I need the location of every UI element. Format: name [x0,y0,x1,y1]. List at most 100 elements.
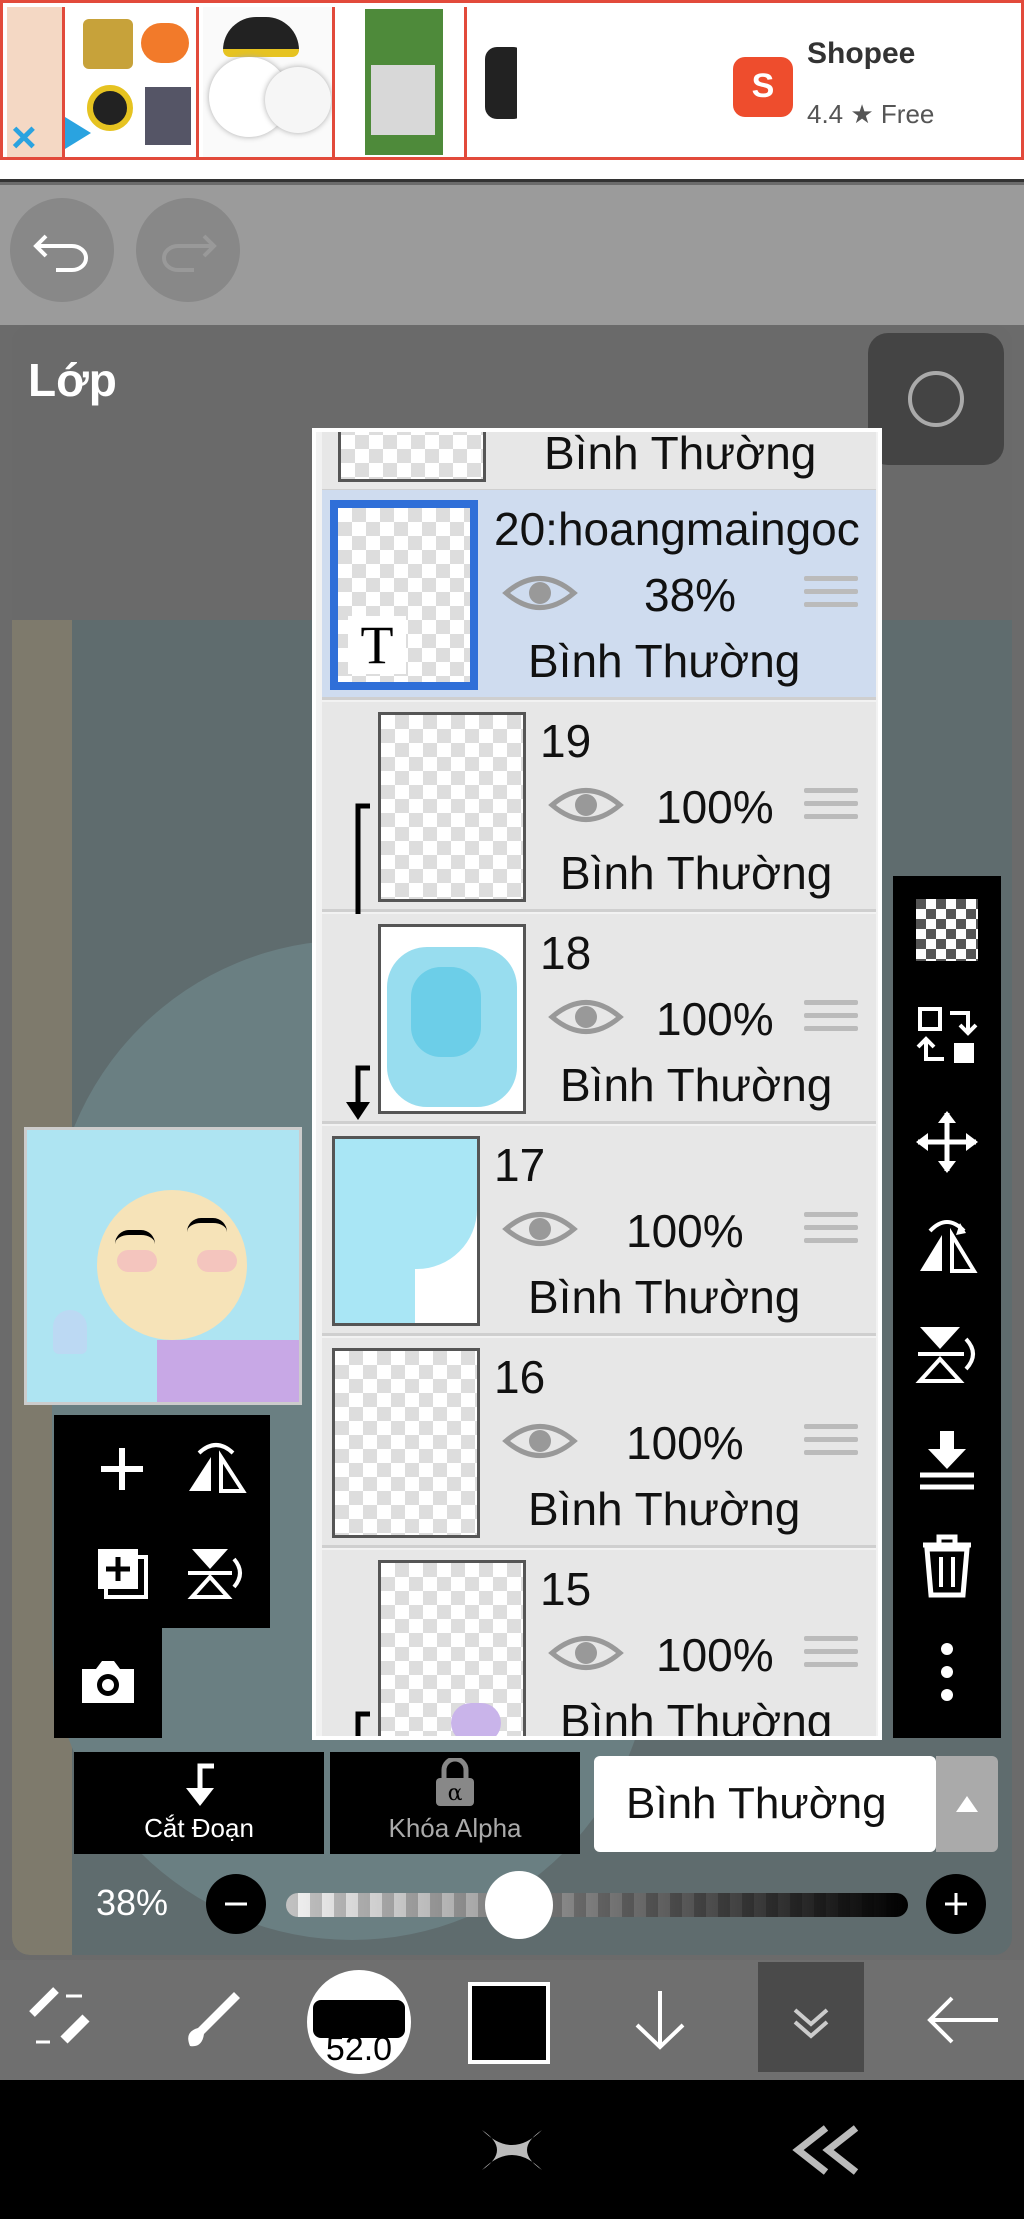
layers-tab[interactable] [758,1962,864,2072]
opacity-slider-handle[interactable] [485,1871,554,1939]
swap-layer-icon[interactable] [907,996,987,1076]
layer-blend-mode: Bình Thường [528,1271,801,1323]
ad-banner[interactable]: × S Shopee 4.4 ★ Free [0,0,1024,163]
delete-icon[interactable] [907,1526,987,1606]
ad-close-icon[interactable]: × [11,113,37,163]
clipping-arrow-icon [186,1763,214,1806]
text-layer-icon: T [348,616,406,674]
opacity-slider[interactable] [286,1893,908,1917]
layer-opacity: 100% [656,781,774,833]
layer-thumbnail [338,432,486,482]
layer-name: 16 [494,1351,546,1403]
visibility-eye-icon[interactable] [548,1630,624,1676]
close-x-icon[interactable] [472,2120,552,2180]
blend-mode-select[interactable]: Bình Thường [594,1756,936,1852]
layer-item-selected[interactable]: T 20:hoangmaingoc 38% Bình Thường [322,490,876,700]
layer-opacity: 100% [626,1417,744,1469]
opacity-increase-button[interactable] [926,1874,986,1934]
layer-name: 17 [494,1139,546,1191]
layer-blend-mode: Bình Thường [544,428,817,479]
layer-blend-mode: Bình Thường [528,635,801,687]
add-layer-icon[interactable] [82,1429,162,1509]
flip-vertical-icon[interactable] [176,1533,256,1613]
layer-blend-mode: Bình Thường [560,847,833,899]
redo-button[interactable] [136,198,240,302]
layers-panel[interactable]: Bình Thường T 20:hoangmaingoc 38% Bình T… [312,428,882,1740]
more-options-icon[interactable] [907,1632,987,1712]
duplicate-layer-icon[interactable] [82,1533,162,1613]
flip-horizontal-icon[interactable] [176,1429,256,1509]
opacity-decrease-button[interactable] [206,1874,266,1934]
merge-down-icon[interactable] [907,1420,987,1500]
chevron-up-icon [956,1796,978,1812]
ad-divider [0,160,1024,182]
layer-opacity: 100% [656,1629,774,1681]
lock-icon: α [436,1756,474,1806]
layer-opacity: 100% [626,1205,744,1257]
layer-thumbnail: T [330,500,478,690]
layer-blend-mode: Bình Thường [528,1483,801,1535]
drag-handle-icon[interactable] [804,576,858,616]
ad-rating: 4.4 ★ Free [807,99,935,129]
drag-handle-icon[interactable] [804,1424,858,1464]
drag-handle-icon[interactable] [804,1000,858,1040]
record-icon [908,371,964,427]
double-back-icon[interactable] [786,2120,866,2180]
layer-item[interactable]: 17 100% Bình Thường [322,1126,876,1336]
visibility-eye-icon[interactable] [502,570,578,616]
clipping-button[interactable]: Cắt Đoạn [74,1752,324,1854]
canvas-preview[interactable] [24,1127,302,1405]
layer-name: 18 [540,927,592,979]
layer-blend-mode: Bình Thường [560,1059,833,1111]
clipping-arrow-icon [355,1711,370,1736]
ad-info[interactable]: S Shopee 4.4 ★ Free [721,9,1021,157]
ad-product-image[interactable] [471,7,517,157]
ad-product-image[interactable] [339,7,467,157]
redo-icon [162,234,217,272]
brush-tool-icon[interactable] [160,1968,260,2072]
down-arrow-icon[interactable] [610,1968,710,2072]
camera-icon[interactable] [68,1642,148,1722]
layer-actions-toolbar [54,1415,270,1628]
layer-thumbnail [378,1560,526,1736]
undo-button[interactable] [10,198,114,302]
visibility-eye-icon[interactable] [548,994,624,1040]
svg-text:α: α [448,1781,463,1806]
undo-icon [33,234,88,272]
flip-horizontal-icon[interactable] [907,1208,987,1288]
layer-name: 15 [540,1563,592,1615]
layer-item[interactable]: 16 100% Bình Thường [322,1338,876,1548]
ad-choices-icon[interactable] [65,117,91,149]
shopee-logo-icon: S [733,57,793,117]
drag-handle-icon[interactable] [804,1636,858,1676]
drag-handle-icon[interactable] [804,788,858,828]
visibility-eye-icon[interactable] [502,1418,578,1464]
visibility-eye-icon[interactable] [502,1206,578,1252]
blend-mode-dropdown-button[interactable] [936,1756,998,1852]
layer-thumbnail [332,1348,480,1538]
layer-item[interactable]: Bình Thường [322,428,876,492]
record-button[interactable] [868,333,1004,465]
chevron-double-down-icon [793,2008,829,2039]
transparency-icon[interactable] [907,890,987,970]
layer-item[interactable]: 18 100% Bình Thường [322,914,876,1124]
plus-icon [945,1893,967,1915]
layer-thumbnail [378,712,526,902]
layer-opacity: 100% [656,993,774,1045]
opacity-value: 38% [96,1882,169,1923]
visibility-eye-icon[interactable] [548,782,624,828]
clipping-arrow-icon [346,1065,370,1120]
brush-size-button[interactable]: 52.0 [307,1970,411,2074]
color-swatch[interactable] [468,1982,550,2064]
layer-thumbnail [378,924,526,1114]
layer-thumbnail [332,1136,480,1326]
layer-item[interactable]: 15 100% Bình Thường [322,1550,876,1736]
move-icon[interactable] [907,1102,987,1182]
layer-item[interactable]: 19 100% Bình Thường [322,702,876,948]
flip-vertical-icon[interactable] [907,1314,987,1394]
drag-handle-icon[interactable] [804,1212,858,1252]
back-arrow-icon[interactable] [912,1968,1012,2072]
ad-product-image[interactable] [203,7,335,157]
alpha-lock-button[interactable]: α Khóa Alpha [330,1752,580,1854]
transform-tool-icon[interactable] [12,1968,112,2072]
